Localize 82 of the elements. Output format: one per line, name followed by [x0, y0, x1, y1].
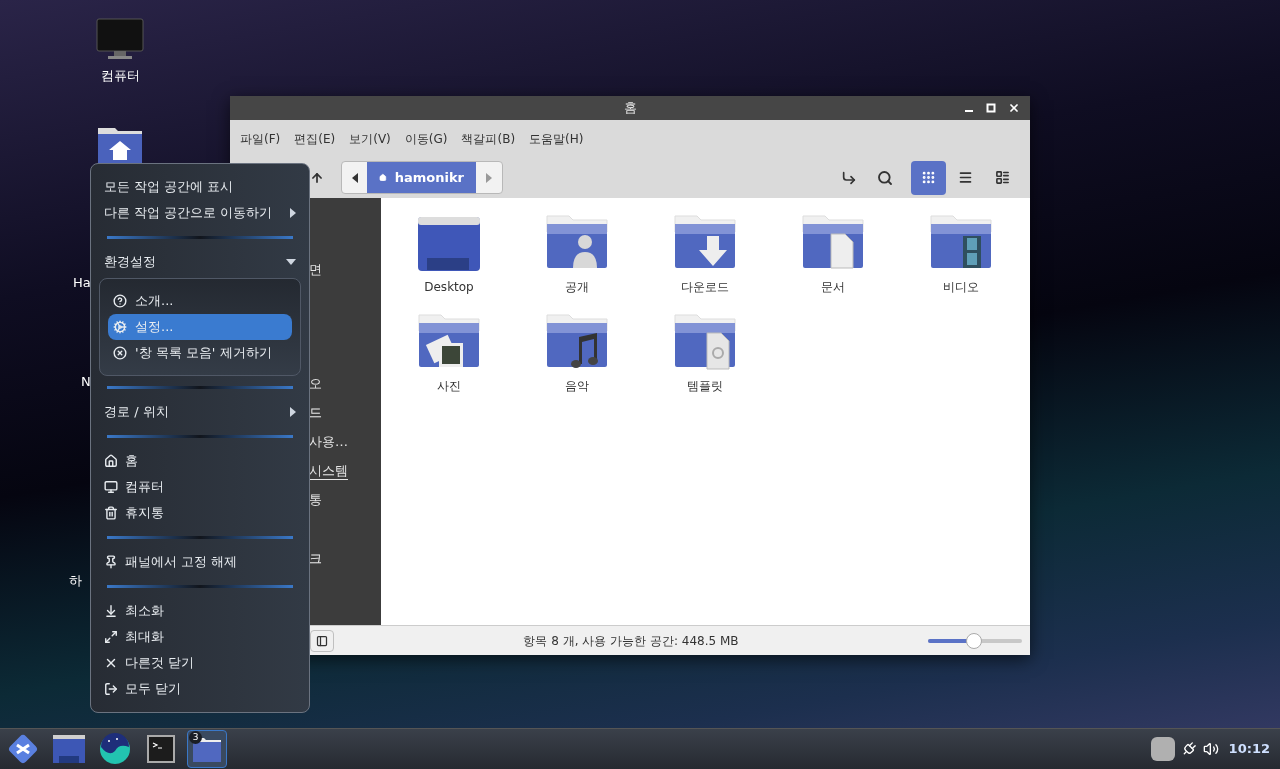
menu-item[interactable]: 소개... [108, 288, 292, 314]
close-button[interactable] [1008, 102, 1020, 114]
file-label[interactable]: 사진 [437, 377, 461, 395]
menu-item[interactable]: 휴지통 [91, 500, 309, 526]
menu-item[interactable]: 경로 / 위치 [91, 399, 309, 425]
panel-icon [316, 634, 328, 647]
maximize-button[interactable] [986, 103, 996, 113]
desktop-icon-label: 컴퓨터 [100, 67, 140, 85]
pin-icon [104, 555, 118, 569]
exit-icon [104, 682, 118, 696]
file-label[interactable]: Desktop [424, 278, 474, 296]
file-label[interactable]: 템플릿 [687, 377, 723, 395]
menu-item[interactable]: 설정... [108, 314, 292, 340]
close-icon [104, 656, 118, 670]
list-view-icon [958, 170, 973, 185]
window-title: 홈 [623, 99, 637, 118]
sidebar-item[interactable]: 오 [309, 373, 322, 394]
submenu-arrow-icon [290, 208, 296, 218]
monitor-icon [104, 480, 118, 494]
path-button[interactable]: hamonikr [367, 162, 476, 193]
menu-item[interactable]: 최소화 [91, 598, 309, 624]
menu-item[interactable]: 모든 작업 공간에 표시 [91, 174, 309, 200]
sidebar-item[interactable]: 시스템 [309, 460, 348, 481]
sidebar-item[interactable]: 통 [309, 489, 322, 510]
window-count-badge: 3 [189, 731, 202, 744]
remove-icon [113, 346, 127, 360]
file-label[interactable]: 음악 [565, 377, 589, 395]
home-folder-icon[interactable] [97, 125, 143, 166]
menu-bar-item[interactable]: 편집(E) [294, 129, 336, 148]
location-toggle-icon[interactable] [841, 169, 857, 186]
menu-item[interactable]: 패널에서 고정 해제 [91, 549, 309, 575]
desktop-folder-icon [417, 216, 481, 272]
right-arrow-icon [486, 172, 492, 183]
menu-bar-item[interactable]: 도움말(H) [529, 129, 584, 148]
menu-bar-item[interactable]: 파일(F) [240, 129, 281, 148]
search-icon[interactable] [877, 169, 893, 186]
sidebar-item[interactable]: 드 [309, 402, 322, 423]
settings-icon [113, 320, 127, 334]
folder-icon [545, 311, 609, 371]
minimize-icon [104, 604, 118, 618]
menu-item[interactable]: 홈 [91, 448, 309, 474]
menu-item[interactable]: 최대화 [91, 624, 309, 650]
volume-icon[interactable] [1202, 741, 1219, 757]
menu-item[interactable]: 컴퓨터 [91, 474, 309, 500]
home-icon [104, 454, 118, 468]
taskbar-button[interactable]: 3 [187, 730, 227, 768]
status-text: 항목 8 개, 사용 가능한 공간: 448.5 MB [522, 632, 740, 650]
menu-item[interactable]: 다른것 닫기 [91, 650, 309, 676]
left-arrow-icon [351, 172, 358, 183]
menu-bar-item[interactable]: 이동(G) [404, 129, 448, 148]
menu-bar-item[interactable]: 책갈피(B) [461, 129, 516, 148]
menu-item[interactable]: 다른 작업 공간으로 이동하기 [91, 200, 309, 226]
file-label[interactable]: 공개 [565, 278, 589, 296]
file-label[interactable]: 비디오 [943, 278, 979, 296]
clock[interactable]: 10:12 [1228, 739, 1270, 759]
zoom-slider[interactable] [928, 632, 1022, 649]
menu-item[interactable]: '창 목록 모음' 제거하기 [108, 340, 292, 366]
up-button[interactable] [310, 170, 324, 185]
menu-bar-item[interactable]: 보기(V) [349, 129, 391, 148]
computer-icon[interactable] [96, 18, 144, 60]
menu-section[interactable]: 환경설정 [91, 249, 309, 275]
menu-item[interactable]: 모두 닫기 [91, 676, 309, 702]
folder-icon [673, 311, 737, 371]
trash-icon [104, 506, 118, 520]
file-label[interactable]: 다운로드 [681, 278, 729, 296]
view-button[interactable] [911, 160, 946, 195]
file-label[interactable]: 문서 [821, 278, 845, 296]
help-icon [113, 294, 127, 308]
submenu-arrow-icon [290, 407, 296, 417]
desktop-icon-label: N [81, 373, 91, 391]
folder-icon [801, 212, 865, 272]
sidebar-item[interactable]: 면 [309, 259, 322, 280]
maximize-icon [104, 630, 118, 644]
sidebar-item[interactable]: 크 [309, 548, 322, 569]
sidebar-item[interactable]: 사용… [309, 431, 348, 452]
grid-view-icon [921, 170, 936, 185]
desktop-icon-label: Ha [73, 274, 91, 292]
desktop-icon-label: 하 [69, 572, 82, 590]
list-view-icon [995, 170, 1010, 185]
slider-thumb[interactable] [966, 632, 983, 649]
tray-icon[interactable] [1150, 737, 1175, 761]
terminal-icon[interactable] [147, 735, 175, 763]
